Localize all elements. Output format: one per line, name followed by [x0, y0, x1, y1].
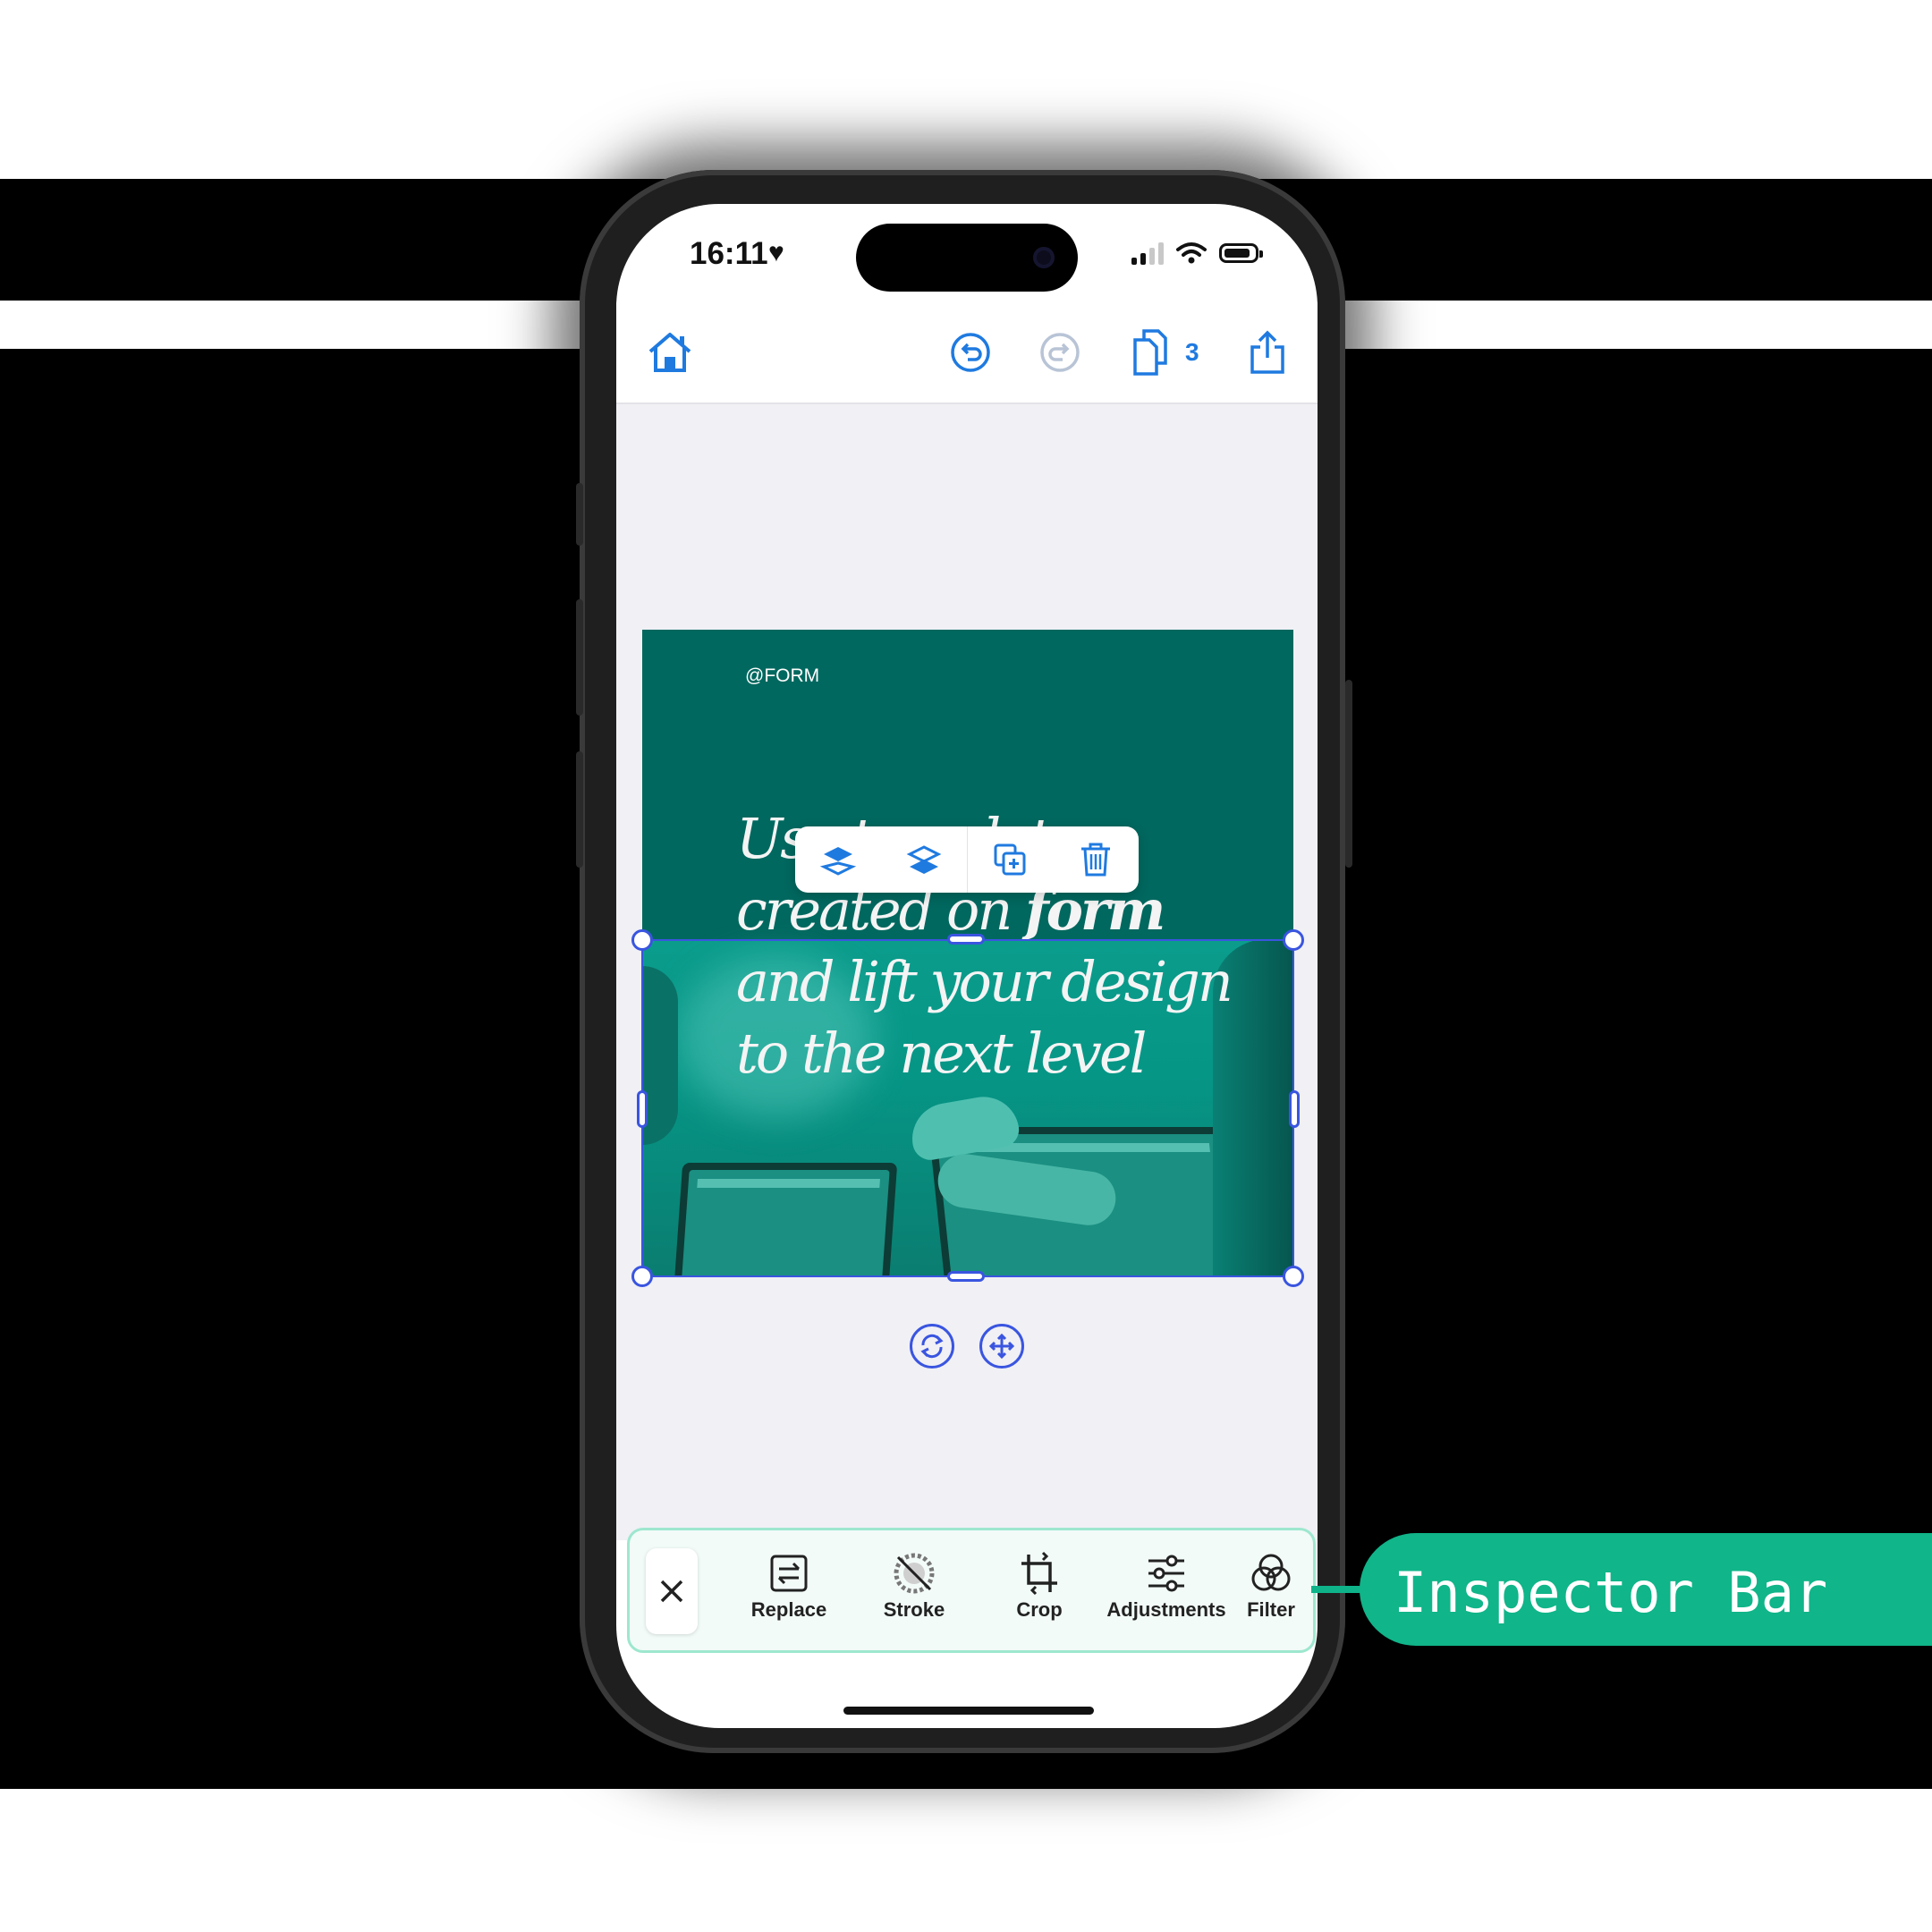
- camera-icon: [1033, 247, 1055, 268]
- filter-button[interactable]: Filter: [1231, 1548, 1311, 1638]
- share-icon[interactable]: [1242, 327, 1292, 377]
- resize-handle-right[interactable]: [1289, 1090, 1300, 1128]
- callout-connector: [1311, 1586, 1365, 1593]
- home-indicator: [843, 1707, 1094, 1715]
- status-indicators: [1131, 242, 1263, 265]
- phone-screen: 16:11 ♥ 3 @FORM Use created on form and …: [616, 204, 1318, 1728]
- pages-icon[interactable]: [1124, 327, 1174, 377]
- filter-icon: [1231, 1548, 1311, 1598]
- bring-forward-icon[interactable]: [795, 826, 881, 893]
- resize-handle-bottom[interactable]: [947, 1271, 985, 1282]
- wifi-icon: [1176, 242, 1207, 264]
- inspector-label: Adjustments: [1106, 1598, 1226, 1621]
- adjustments-icon: [1104, 1548, 1229, 1598]
- inspector-bar: Replace Stroke Crop Adjustments Filter: [627, 1528, 1316, 1653]
- move-icon[interactable]: [979, 1324, 1024, 1368]
- selection-frame: [641, 939, 1294, 1277]
- callout-label: Inspector Bar: [1360, 1533, 1932, 1646]
- battery-icon: [1219, 243, 1263, 263]
- context-menu: [795, 826, 1139, 893]
- close-icon[interactable]: [646, 1548, 698, 1634]
- resize-handle-left[interactable]: [637, 1090, 648, 1128]
- brand-text: @FORM: [745, 665, 820, 686]
- resize-handle-bottom-right[interactable]: [1283, 1266, 1304, 1287]
- rotate-icon[interactable]: [910, 1324, 954, 1368]
- top-toolbar: 3: [616, 302, 1318, 404]
- dynamic-island: [856, 224, 1078, 292]
- stroke-icon: [852, 1548, 977, 1598]
- side-button: [576, 599, 583, 716]
- resize-handle-top[interactable]: [947, 934, 985, 945]
- crop-button[interactable]: Crop: [977, 1548, 1102, 1638]
- crop-icon: [977, 1548, 1102, 1598]
- send-backward-icon[interactable]: [881, 826, 967, 893]
- delete-icon[interactable]: [1053, 826, 1139, 893]
- callout-text: Inspector Bar: [1394, 1560, 1828, 1625]
- redo-icon[interactable]: [1035, 327, 1085, 377]
- side-button: [576, 751, 583, 868]
- inspector-label: Replace: [750, 1598, 827, 1621]
- adjustments-button[interactable]: Adjustments: [1104, 1548, 1229, 1638]
- duplicate-icon[interactable]: [968, 826, 1054, 893]
- status-time: 16:11: [690, 236, 768, 271]
- inspector-label: Stroke: [883, 1598, 945, 1621]
- side-button: [576, 483, 583, 546]
- page-count: 3: [1185, 338, 1199, 366]
- heart-icon: ♥: [768, 238, 784, 267]
- resize-handle-top-left[interactable]: [631, 929, 653, 951]
- stroke-button[interactable]: Stroke: [852, 1548, 977, 1638]
- inspector-label: Filter: [1247, 1598, 1295, 1621]
- undo-icon[interactable]: [945, 327, 996, 377]
- side-button: [1345, 680, 1352, 868]
- replace-icon: [726, 1548, 852, 1598]
- home-icon[interactable]: [645, 327, 695, 377]
- resize-handle-bottom-left[interactable]: [631, 1266, 653, 1287]
- replace-button[interactable]: Replace: [726, 1548, 852, 1638]
- inspector-label: Crop: [1016, 1598, 1063, 1621]
- signal-icon: [1131, 242, 1164, 265]
- resize-handle-top-right[interactable]: [1283, 929, 1304, 951]
